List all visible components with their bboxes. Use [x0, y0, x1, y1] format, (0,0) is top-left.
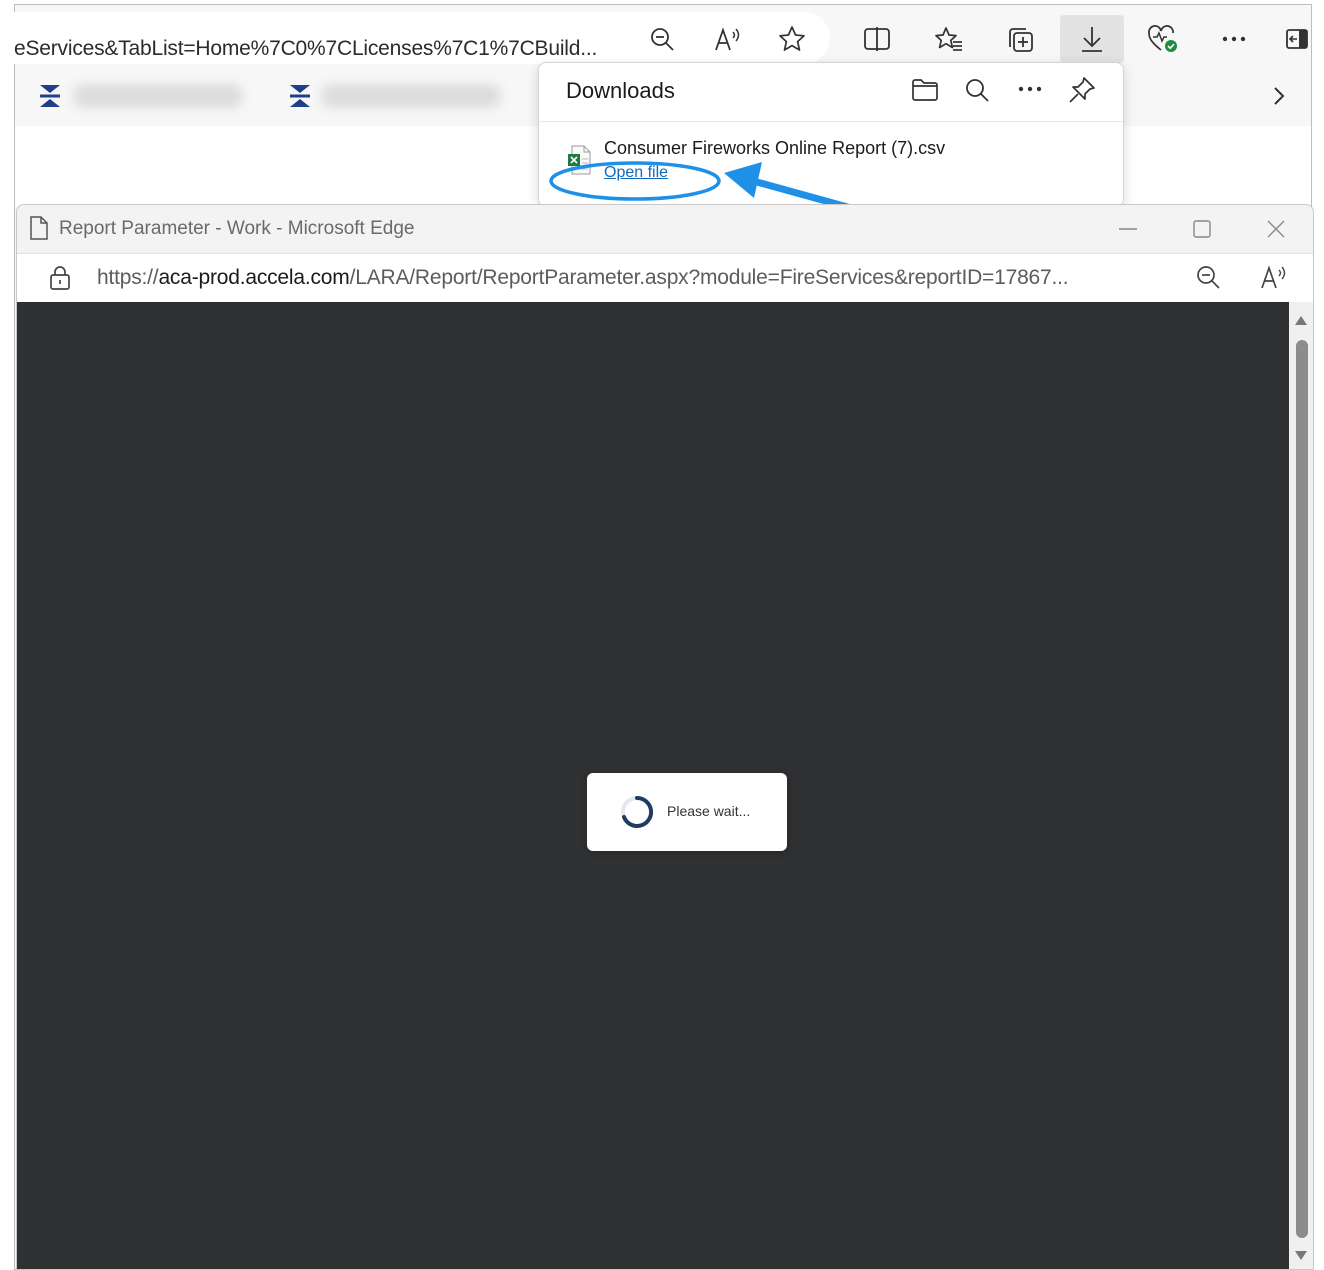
accela-logo-icon[interactable]	[289, 84, 311, 108]
collections-icon[interactable]	[1000, 19, 1040, 59]
browser-essentials-icon[interactable]	[1143, 19, 1183, 59]
zoom-out-icon[interactable]	[642, 19, 682, 59]
accela-logo-icon[interactable]	[39, 84, 61, 108]
url-prefix: https://	[97, 266, 159, 289]
loading-spinner-icon	[619, 794, 655, 830]
read-aloud-icon[interactable]	[1259, 264, 1289, 290]
download-icon	[1072, 19, 1112, 59]
pin-icon[interactable]	[1067, 75, 1097, 105]
popup-address-bar[interactable]: https://aca-prod.accela.com/LARA/Report/…	[17, 253, 1313, 303]
favorites-icon[interactable]	[929, 19, 969, 59]
scroll-down-arrow-icon[interactable]	[1294, 1250, 1308, 1262]
sidebar-icon[interactable]	[1282, 19, 1312, 59]
scrollbar-thumb[interactable]	[1296, 340, 1308, 1238]
blurred-favorite-label[interactable]	[321, 84, 501, 108]
loading-dialog: Please wait...	[587, 773, 787, 851]
page-content-area: Please wait...	[17, 302, 1289, 1269]
close-icon[interactable]	[1265, 219, 1287, 239]
blurred-favorite-label[interactable]	[73, 84, 243, 108]
open-folder-icon[interactable]	[911, 77, 939, 103]
vertical-scrollbar[interactable]	[1289, 302, 1313, 1269]
more-options-icon[interactable]	[1214, 19, 1254, 59]
address-bar-url[interactable]: eServices&TabList=Home%7C0%7CLicenses%7C…	[14, 37, 597, 61]
minimize-icon[interactable]	[1117, 219, 1139, 239]
search-icon[interactable]	[964, 77, 990, 103]
page-icon	[29, 216, 49, 240]
chevron-right-icon[interactable]	[1271, 84, 1287, 108]
downloads-divider	[539, 121, 1123, 122]
zoom-out-icon[interactable]	[1195, 264, 1221, 290]
lock-icon[interactable]	[49, 265, 71, 291]
url-path: /LARA/Report/ReportParameter.aspx?module…	[349, 266, 1069, 289]
favorite-star-icon[interactable]	[772, 19, 812, 59]
maximize-icon[interactable]	[1191, 219, 1213, 239]
downloads-title: Downloads	[566, 78, 675, 103]
popup-browser-window: Report Parameter - Work - Microsoft Edge…	[16, 204, 1314, 1270]
scroll-up-arrow-icon[interactable]	[1294, 314, 1308, 326]
read-aloud-icon[interactable]	[708, 19, 748, 59]
url-host: aca-prod.accela.com	[158, 266, 350, 289]
split-screen-icon[interactable]	[857, 19, 897, 59]
loading-message: Please wait...	[667, 803, 751, 819]
popup-url[interactable]: https://aca-prod.accela.com/LARA/Report/…	[97, 266, 1069, 290]
address-bar[interactable]: eServices&TabList=Home%7C0%7CLicenses%7C…	[0, 12, 830, 64]
popup-window-title: Report Parameter - Work - Microsoft Edge	[59, 218, 415, 239]
more-icon[interactable]	[1017, 85, 1043, 93]
downloads-button[interactable]	[1060, 15, 1124, 63]
